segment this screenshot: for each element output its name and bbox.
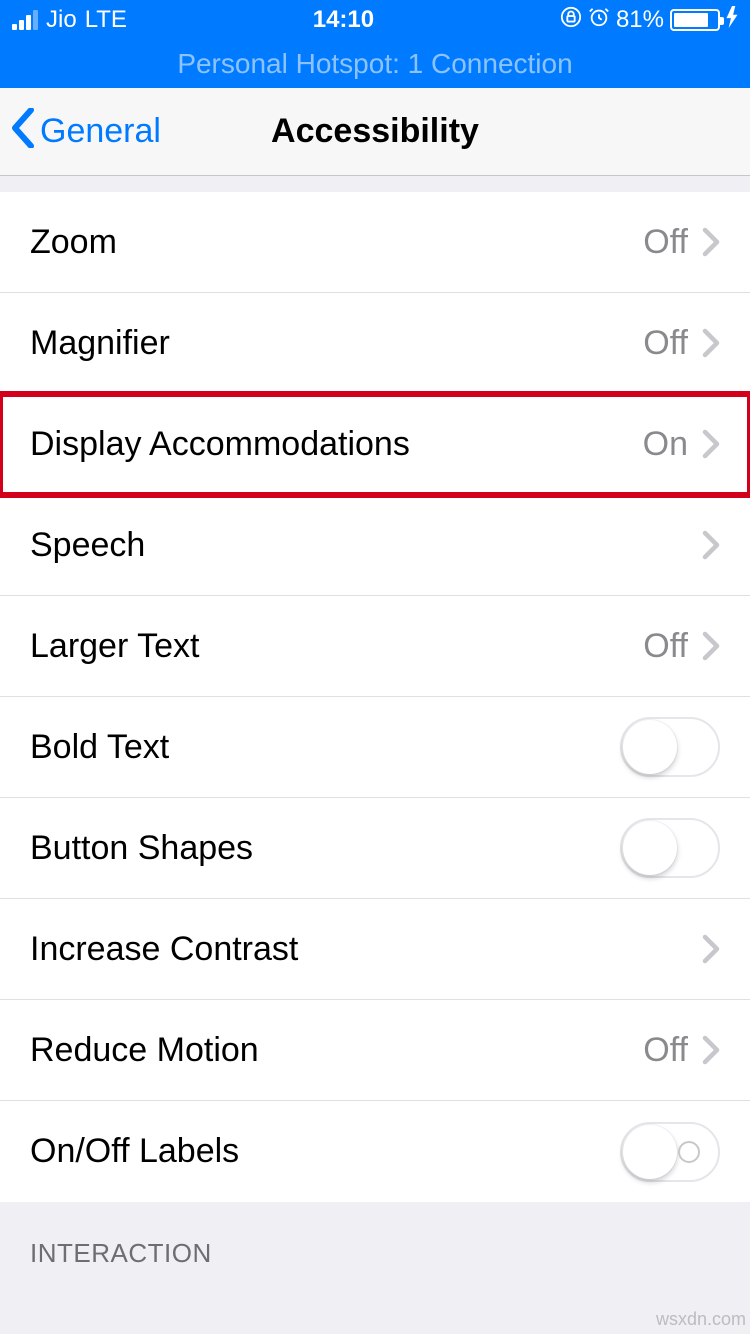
alarm-icon (588, 6, 610, 35)
row-label: On/Off Labels (30, 1132, 620, 1171)
network-label: LTE (85, 6, 127, 34)
content: Zoom Off Magnifier Off Display Accommoda… (0, 176, 750, 1279)
row-magnifier[interactable]: Magnifier Off (0, 293, 750, 394)
row-value: Off (643, 1031, 688, 1070)
orientation-lock-icon (560, 6, 582, 35)
chevron-right-icon (702, 227, 720, 257)
row-label: Bold Text (30, 728, 620, 767)
button-shapes-switch[interactable] (620, 818, 720, 878)
back-button[interactable]: General (10, 88, 161, 175)
chevron-right-icon (702, 530, 720, 560)
row-increase-contrast[interactable]: Increase Contrast (0, 899, 750, 1000)
chevron-right-icon (702, 631, 720, 661)
status-time: 14:10 (313, 6, 374, 34)
row-bold-text[interactable]: Bold Text (0, 697, 750, 798)
row-display-accommodations[interactable]: Display Accommodations On (0, 394, 750, 495)
status-left: Jio LTE (12, 6, 127, 34)
row-zoom[interactable]: Zoom Off (0, 192, 750, 293)
chevron-right-icon (702, 328, 720, 358)
page-title: Accessibility (271, 112, 479, 151)
row-label: Reduce Motion (30, 1031, 643, 1070)
nav-bar: General Accessibility (0, 88, 750, 176)
row-larger-text[interactable]: Larger Text Off (0, 596, 750, 697)
status-bar: Jio LTE 14:10 81% (0, 0, 750, 40)
battery-percent: 81% (616, 6, 664, 34)
section-header-interaction: INTERACTION (0, 1202, 750, 1279)
row-onoff-labels[interactable]: On/Off Labels (0, 1101, 750, 1202)
bold-text-switch[interactable] (620, 717, 720, 777)
row-label: Larger Text (30, 627, 643, 666)
chevron-left-icon (10, 108, 36, 156)
row-value: Off (643, 223, 688, 262)
row-value: Off (643, 324, 688, 363)
watermark: wsxdn.com (656, 1309, 746, 1330)
charging-icon (726, 6, 738, 35)
row-value: Off (643, 627, 688, 666)
row-label: Increase Contrast (30, 930, 702, 969)
back-label: General (40, 112, 161, 151)
settings-group-vision: Zoom Off Magnifier Off Display Accommoda… (0, 192, 750, 1202)
chevron-right-icon (702, 934, 720, 964)
onoff-labels-switch[interactable] (620, 1122, 720, 1182)
carrier-label: Jio (46, 6, 77, 34)
row-value: On (643, 425, 688, 464)
signal-icon (12, 10, 38, 30)
status-right: 81% (560, 6, 738, 35)
row-label: Magnifier (30, 324, 643, 363)
hotspot-banner[interactable]: Personal Hotspot: 1 Connection (0, 40, 750, 88)
row-button-shapes[interactable]: Button Shapes (0, 798, 750, 899)
row-label: Zoom (30, 223, 643, 262)
row-speech[interactable]: Speech (0, 495, 750, 596)
chevron-right-icon (702, 1035, 720, 1065)
row-label: Button Shapes (30, 829, 620, 868)
row-label: Speech (30, 526, 702, 565)
row-label: Display Accommodations (30, 425, 643, 464)
chevron-right-icon (702, 429, 720, 459)
row-reduce-motion[interactable]: Reduce Motion Off (0, 1000, 750, 1101)
battery-icon (670, 9, 720, 31)
